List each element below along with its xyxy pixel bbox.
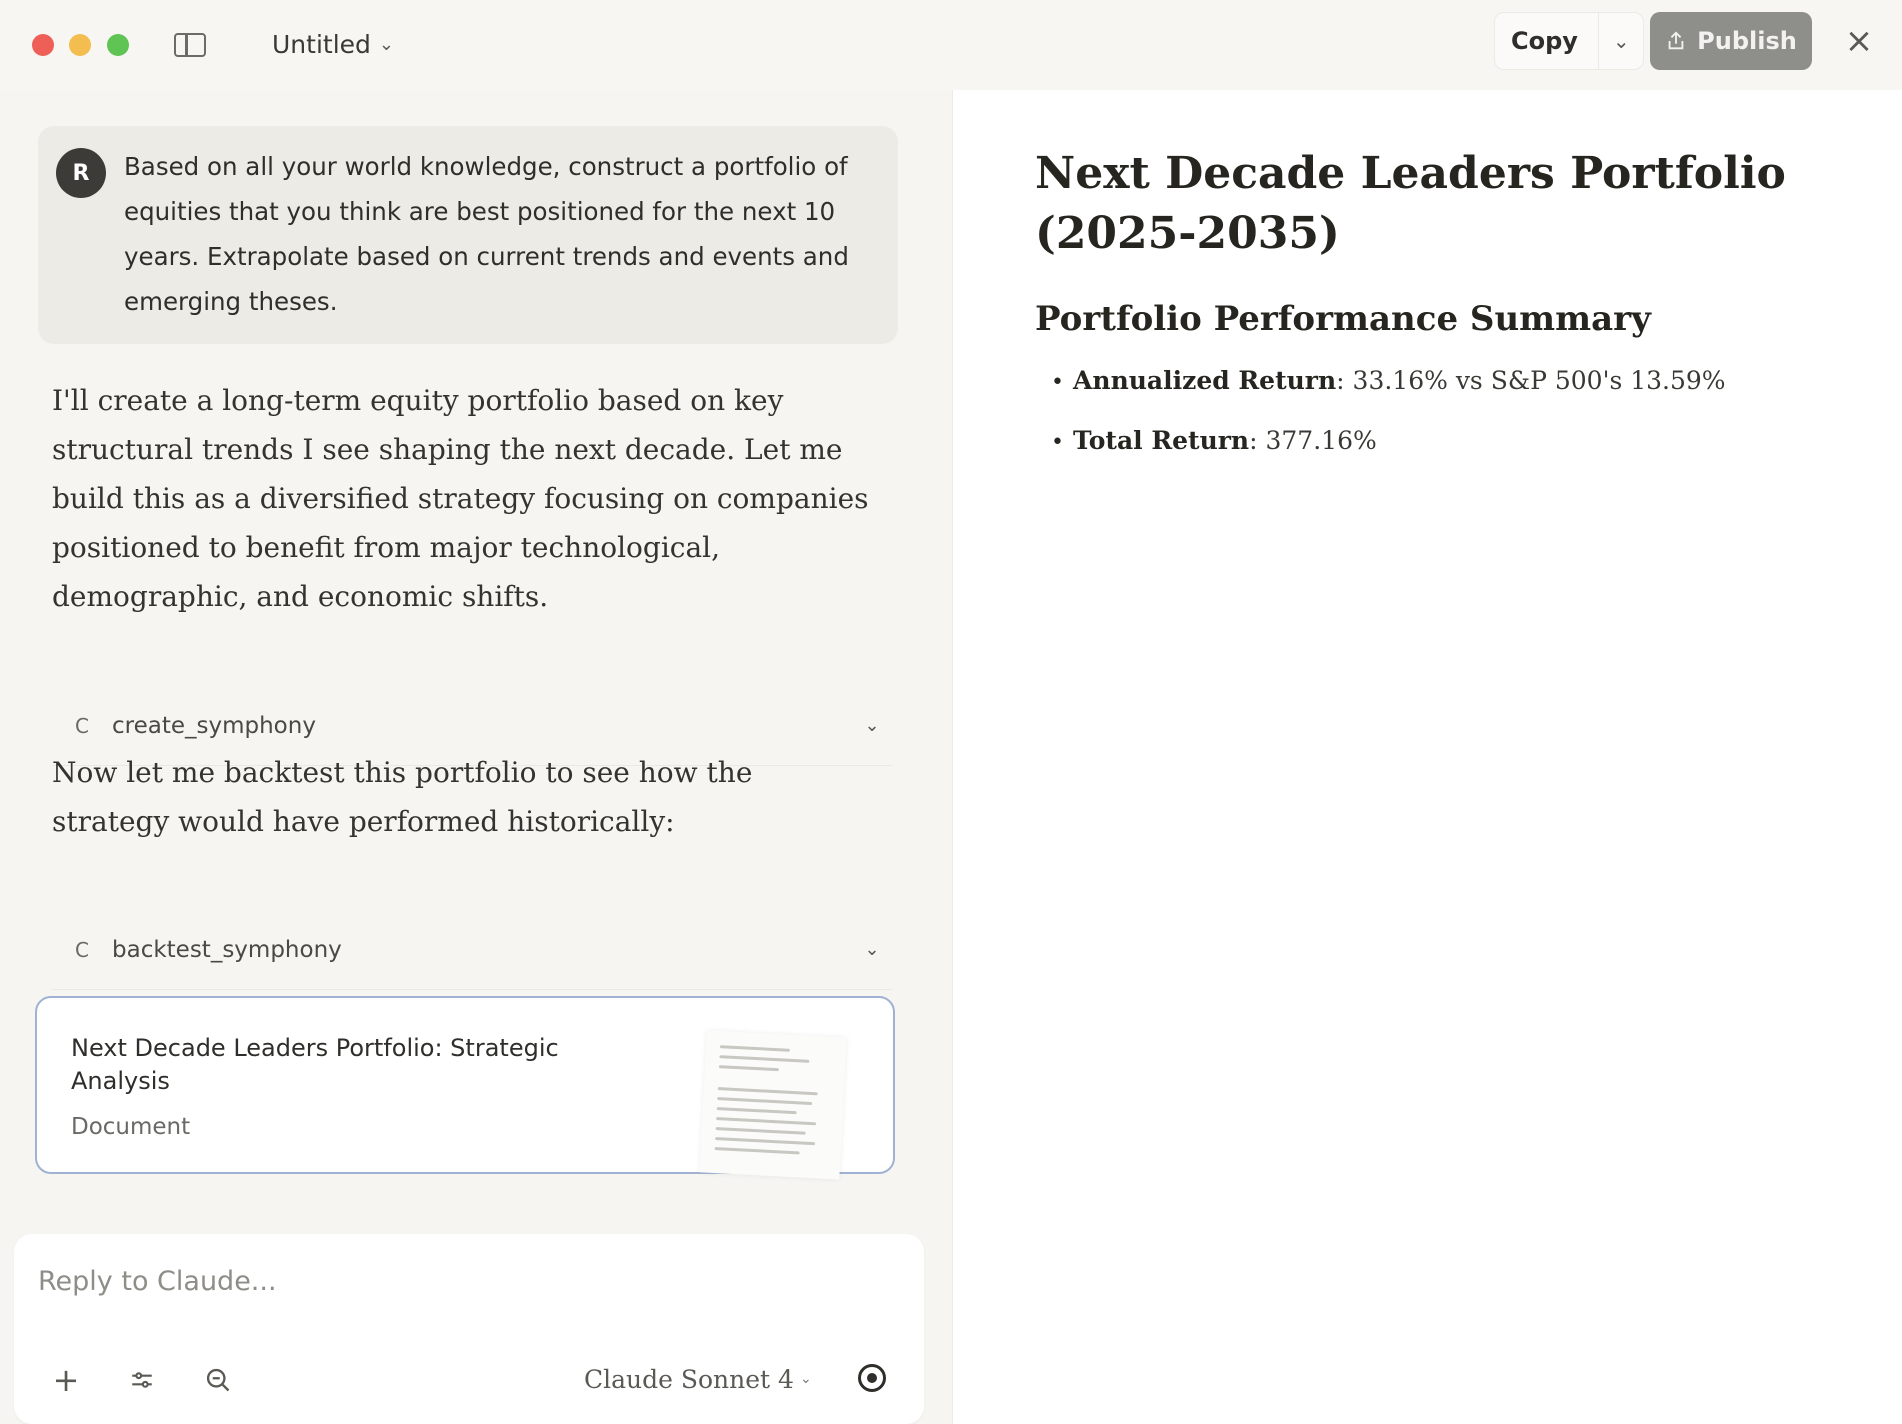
tool-icon: C bbox=[75, 937, 89, 962]
conversation-title-dropdown[interactable]: Untitled ⌄ bbox=[272, 26, 394, 62]
artifact-document-pane: Next Decade Leaders Portfolio (2025-2035… bbox=[953, 90, 1902, 1424]
chevron-down-icon: ⌄ bbox=[864, 939, 880, 960]
list-item: • Annualized Return: 33.16% vs S&P 500's… bbox=[1035, 366, 1726, 426]
bullet-icon: • bbox=[1051, 370, 1064, 395]
tool-call-backtest-symphony[interactable]: C backtest_symphony ⌄ bbox=[52, 910, 892, 990]
tool-icon: C bbox=[75, 713, 89, 738]
chevron-down-icon: ⌄ bbox=[799, 1371, 812, 1387]
artifact-title: Next Decade Leaders Portfolio: Strategic… bbox=[71, 1034, 559, 1095]
bullet-icon: • bbox=[1051, 430, 1064, 455]
artifact-card[interactable]: Next Decade Leaders Portfolio: Strategic… bbox=[35, 996, 895, 1180]
reply-composer: + Claude Sonnet 4 ⌄ bbox=[14, 1234, 924, 1424]
conversation-title: Untitled bbox=[272, 29, 371, 59]
model-selector[interactable]: Claude Sonnet 4 ⌄ bbox=[584, 1358, 812, 1400]
publish-button[interactable]: Publish bbox=[1650, 12, 1812, 70]
window-zoom-button[interactable] bbox=[107, 34, 129, 56]
tool-call-label: create_symphony bbox=[112, 712, 316, 739]
close-icon[interactable]: × bbox=[1842, 21, 1876, 61]
list-item-value: : 377.16% bbox=[1249, 426, 1377, 455]
artifact-type: Document bbox=[71, 1114, 191, 1140]
list-item: • Total Return: 377.16% bbox=[1035, 426, 1726, 486]
share-icon bbox=[1668, 31, 1684, 50]
publish-label: Publish bbox=[1697, 27, 1797, 55]
summary-list: • Annualized Return: 33.16% vs S&P 500's… bbox=[1035, 366, 1726, 486]
window-minimize-button[interactable] bbox=[69, 34, 91, 56]
chat-pane: R Based on all your world knowledge, con… bbox=[0, 90, 952, 1424]
assistant-message-paragraph: Now let me backtest this portfolio to se… bbox=[52, 756, 753, 838]
list-item-value: : 33.16% vs S&P 500's 13.59% bbox=[1336, 366, 1726, 395]
user-message: R Based on all your world knowledge, con… bbox=[38, 126, 898, 344]
reply-input[interactable] bbox=[36, 1256, 900, 1306]
list-item-label: Annualized Return bbox=[1073, 366, 1337, 395]
voice-record-icon[interactable] bbox=[858, 1364, 886, 1392]
title-bar: Untitled ⌄ Copy ⌄ Publish × bbox=[0, 0, 1902, 90]
research-search-icon[interactable] bbox=[200, 1362, 236, 1398]
copy-button[interactable]: Copy bbox=[1495, 13, 1598, 69]
chevron-down-icon: ⌄ bbox=[378, 33, 394, 55]
sidebar-toggle-icon[interactable] bbox=[174, 33, 206, 57]
avatar: R bbox=[56, 148, 106, 198]
chevron-down-icon: ⌄ bbox=[864, 715, 880, 736]
plus-icon[interactable]: + bbox=[48, 1361, 84, 1399]
tools-sliders-icon[interactable] bbox=[124, 1362, 160, 1398]
copy-options-chevron-icon[interactable]: ⌄ bbox=[1599, 13, 1643, 69]
assistant-message-paragraph: I'll create a long-term equity portfolio… bbox=[52, 384, 869, 613]
copy-button-group: Copy ⌄ bbox=[1494, 12, 1644, 70]
artifact-thumbnail bbox=[699, 1030, 847, 1180]
document-title: Next Decade Leaders Portfolio (2025-2035… bbox=[1035, 148, 1786, 259]
tool-call-label: backtest_symphony bbox=[112, 936, 342, 963]
list-item-label: Total Return bbox=[1073, 426, 1250, 455]
model-name: Claude Sonnet 4 bbox=[584, 1364, 794, 1394]
window-close-button[interactable] bbox=[32, 34, 54, 56]
section-heading: Portfolio Performance Summary bbox=[1035, 299, 1651, 339]
user-message-text: Based on all your world knowledge, const… bbox=[124, 152, 849, 316]
